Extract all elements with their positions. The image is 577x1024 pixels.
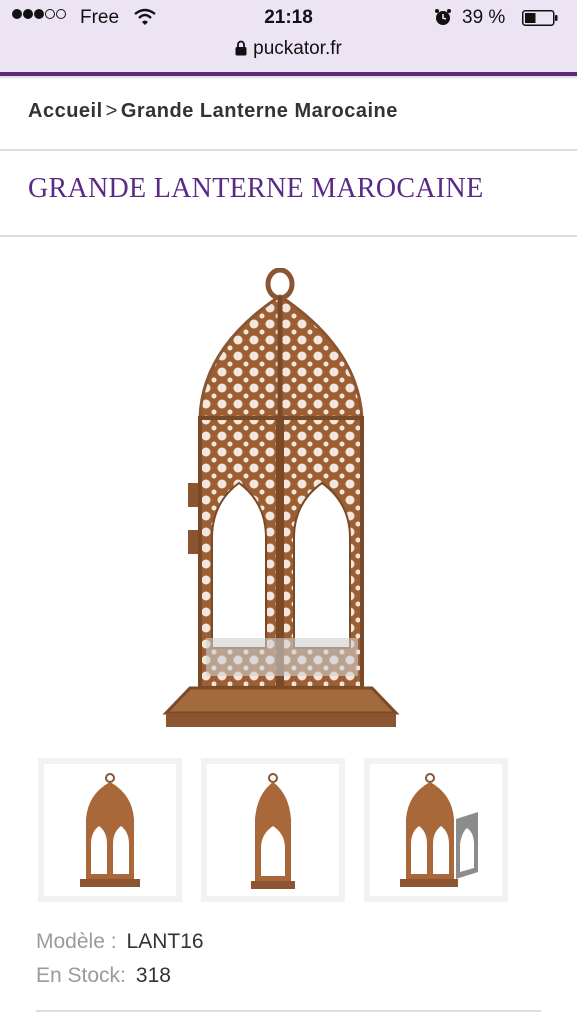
status-bar: Free 21:18 39 %: [0, 6, 577, 32]
product-main-image[interactable]: [150, 268, 410, 738]
lock-icon: [235, 40, 247, 56]
battery-icon: [522, 10, 558, 26]
breadcrumb-home-link[interactable]: Accueil: [28, 100, 103, 122]
breadcrumb-current: Grande Lanterne Marocaine: [120, 100, 398, 122]
stock-row: En Stock: 318: [36, 964, 171, 988]
battery-percentage: 39 %: [462, 7, 506, 28]
breadcrumb: Accueil > Grande Lanterne Marocaine: [28, 100, 398, 123]
thumbnail-3-image: [400, 773, 478, 887]
browser-top-bar: Free 21:18 39 % puckator.fr: [0, 0, 577, 72]
topbar-shadow: [0, 76, 577, 80]
thumbnail-2[interactable]: [201, 758, 345, 902]
alarm-icon: [435, 9, 451, 25]
thumbnail-2-image: [251, 773, 295, 889]
model-row: Modèle : LANT16: [36, 930, 204, 954]
breadcrumb-separator: >: [105, 100, 118, 122]
model-label: Modèle :: [36, 930, 117, 953]
model-value: LANT16: [126, 930, 204, 953]
page-title: GRANDE LANTERNE MAROCAINE: [28, 173, 484, 204]
thumbnail-1-image: [80, 773, 140, 887]
stock-label: En Stock:: [36, 964, 126, 987]
divider: [36, 1010, 541, 1012]
stock-value: 318: [135, 964, 171, 987]
thumbnail-3[interactable]: [364, 758, 508, 902]
divider: [0, 149, 577, 151]
divider: [0, 235, 577, 237]
url-text: puckator.fr: [253, 38, 342, 59]
thumbnail-1[interactable]: [38, 758, 182, 902]
address-bar[interactable]: puckator.fr: [0, 38, 577, 60]
